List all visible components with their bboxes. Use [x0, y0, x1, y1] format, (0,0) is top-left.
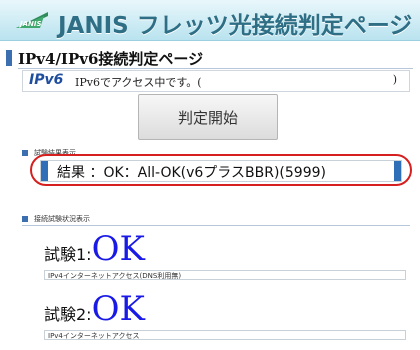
- result-text: 結果 ：OK：All-OK(v6プラスBBR)(5999): [57, 165, 326, 181]
- site-title: JANIS フレッツ光接続判定ページ: [58, 13, 413, 39]
- test-title: 試験1:OK: [44, 232, 145, 270]
- logo-text: JANIS: [18, 20, 42, 28]
- start-test-button[interactable]: 判定開始: [138, 94, 278, 140]
- status-section-header: 接続試験状況表示: [22, 214, 410, 226]
- ipv6-status-close-paren: ): [392, 73, 397, 86]
- section-divider: [22, 225, 410, 226]
- test-label: 試験1:: [44, 245, 92, 264]
- test-title: 試験2:OK: [44, 292, 145, 330]
- test-label: 試験2:: [44, 305, 92, 324]
- result-box: 結果 ：OK：All-OK(v6プラスBBR)(5999): [40, 160, 402, 182]
- page-heading: IPv4/IPv6接続判定ページ: [6, 48, 413, 69]
- heading-divider: [18, 68, 413, 69]
- test-status: OK: [91, 289, 145, 329]
- header-banner: JANIS JANIS フレッツ光接続判定ページ: [0, 0, 420, 41]
- section-marker: [22, 150, 28, 156]
- test-status: OK: [91, 229, 145, 269]
- test-description: IPv4インターネットアクセス: [44, 330, 406, 340]
- ipv6-status-text: IPv6でアクセス中です。(: [75, 76, 202, 89]
- ipv6-logo-icon: IPv6: [29, 72, 64, 88]
- heading-marker: [6, 50, 12, 66]
- result-left-bar: [41, 161, 48, 181]
- page-title: IPv4/IPv6接続判定ページ: [18, 50, 204, 68]
- result-right-bar: [394, 161, 401, 181]
- status-section-label: 接続試験状況表示: [34, 215, 90, 223]
- test-description: IPv4インターネットアクセス(DNS利用無): [44, 270, 406, 280]
- section-marker: [22, 216, 28, 222]
- ipv6-status-row: IPv6 IPv6でアクセス中です。( ): [22, 70, 410, 92]
- janis-logo-icon: JANIS: [16, 12, 48, 28]
